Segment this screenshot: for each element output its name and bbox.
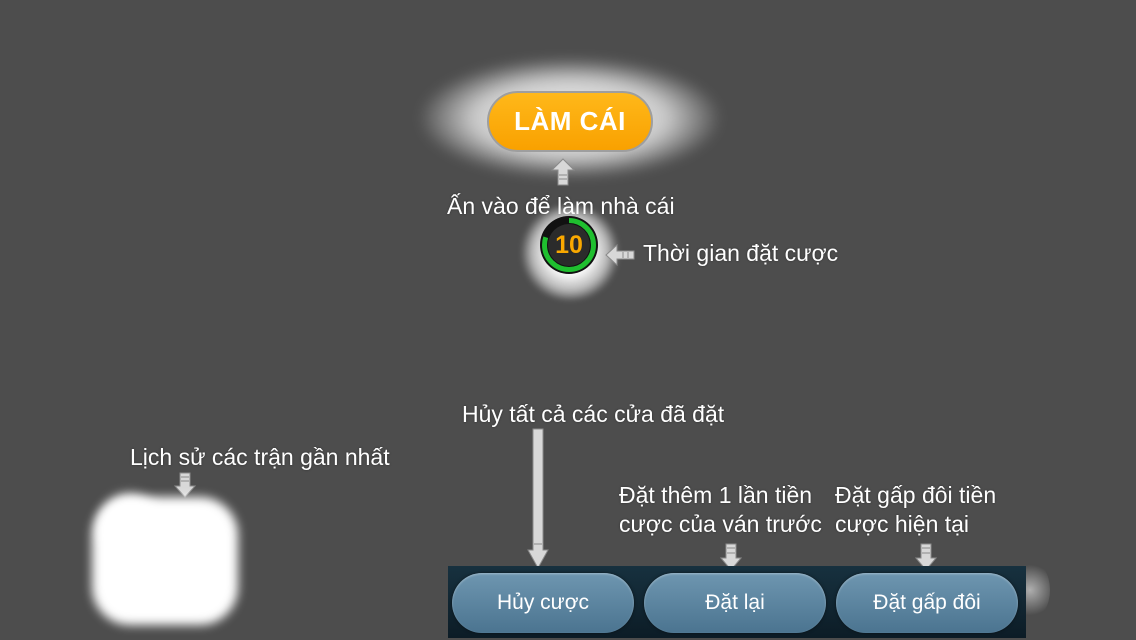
rebet-hint-line1: Đặt thêm 1 lần tiền (619, 482, 813, 508)
double-hint-line1: Đặt gấp đôi tiền (835, 482, 997, 508)
rebet-hint-line2: cược của ván trước (619, 511, 822, 537)
cancel-all-hint: Hủy tất cả các cửa đã đặt (462, 401, 725, 427)
arrow-down-icon (174, 472, 196, 498)
history-hint: Lịch sử các trận gần nhất (130, 444, 390, 470)
timer-value: 10 (555, 230, 583, 259)
timer-hint: Thời gian đặt cược (643, 240, 839, 266)
long-arrow-down-icon (527, 428, 549, 570)
double-bet-button[interactable]: Đặt gấp đôi (836, 573, 1018, 633)
match-history-panel-highlight (100, 495, 160, 555)
cancel-bet-button[interactable]: Hủy cược (452, 573, 634, 633)
banker-button[interactable]: LÀM CÁI (487, 91, 653, 152)
arrow-up-icon (551, 158, 575, 186)
arrow-left-icon (605, 244, 635, 266)
rebet-button[interactable]: Đặt lại (644, 573, 826, 633)
double-hint-line2: cược hiện tại (835, 511, 970, 537)
